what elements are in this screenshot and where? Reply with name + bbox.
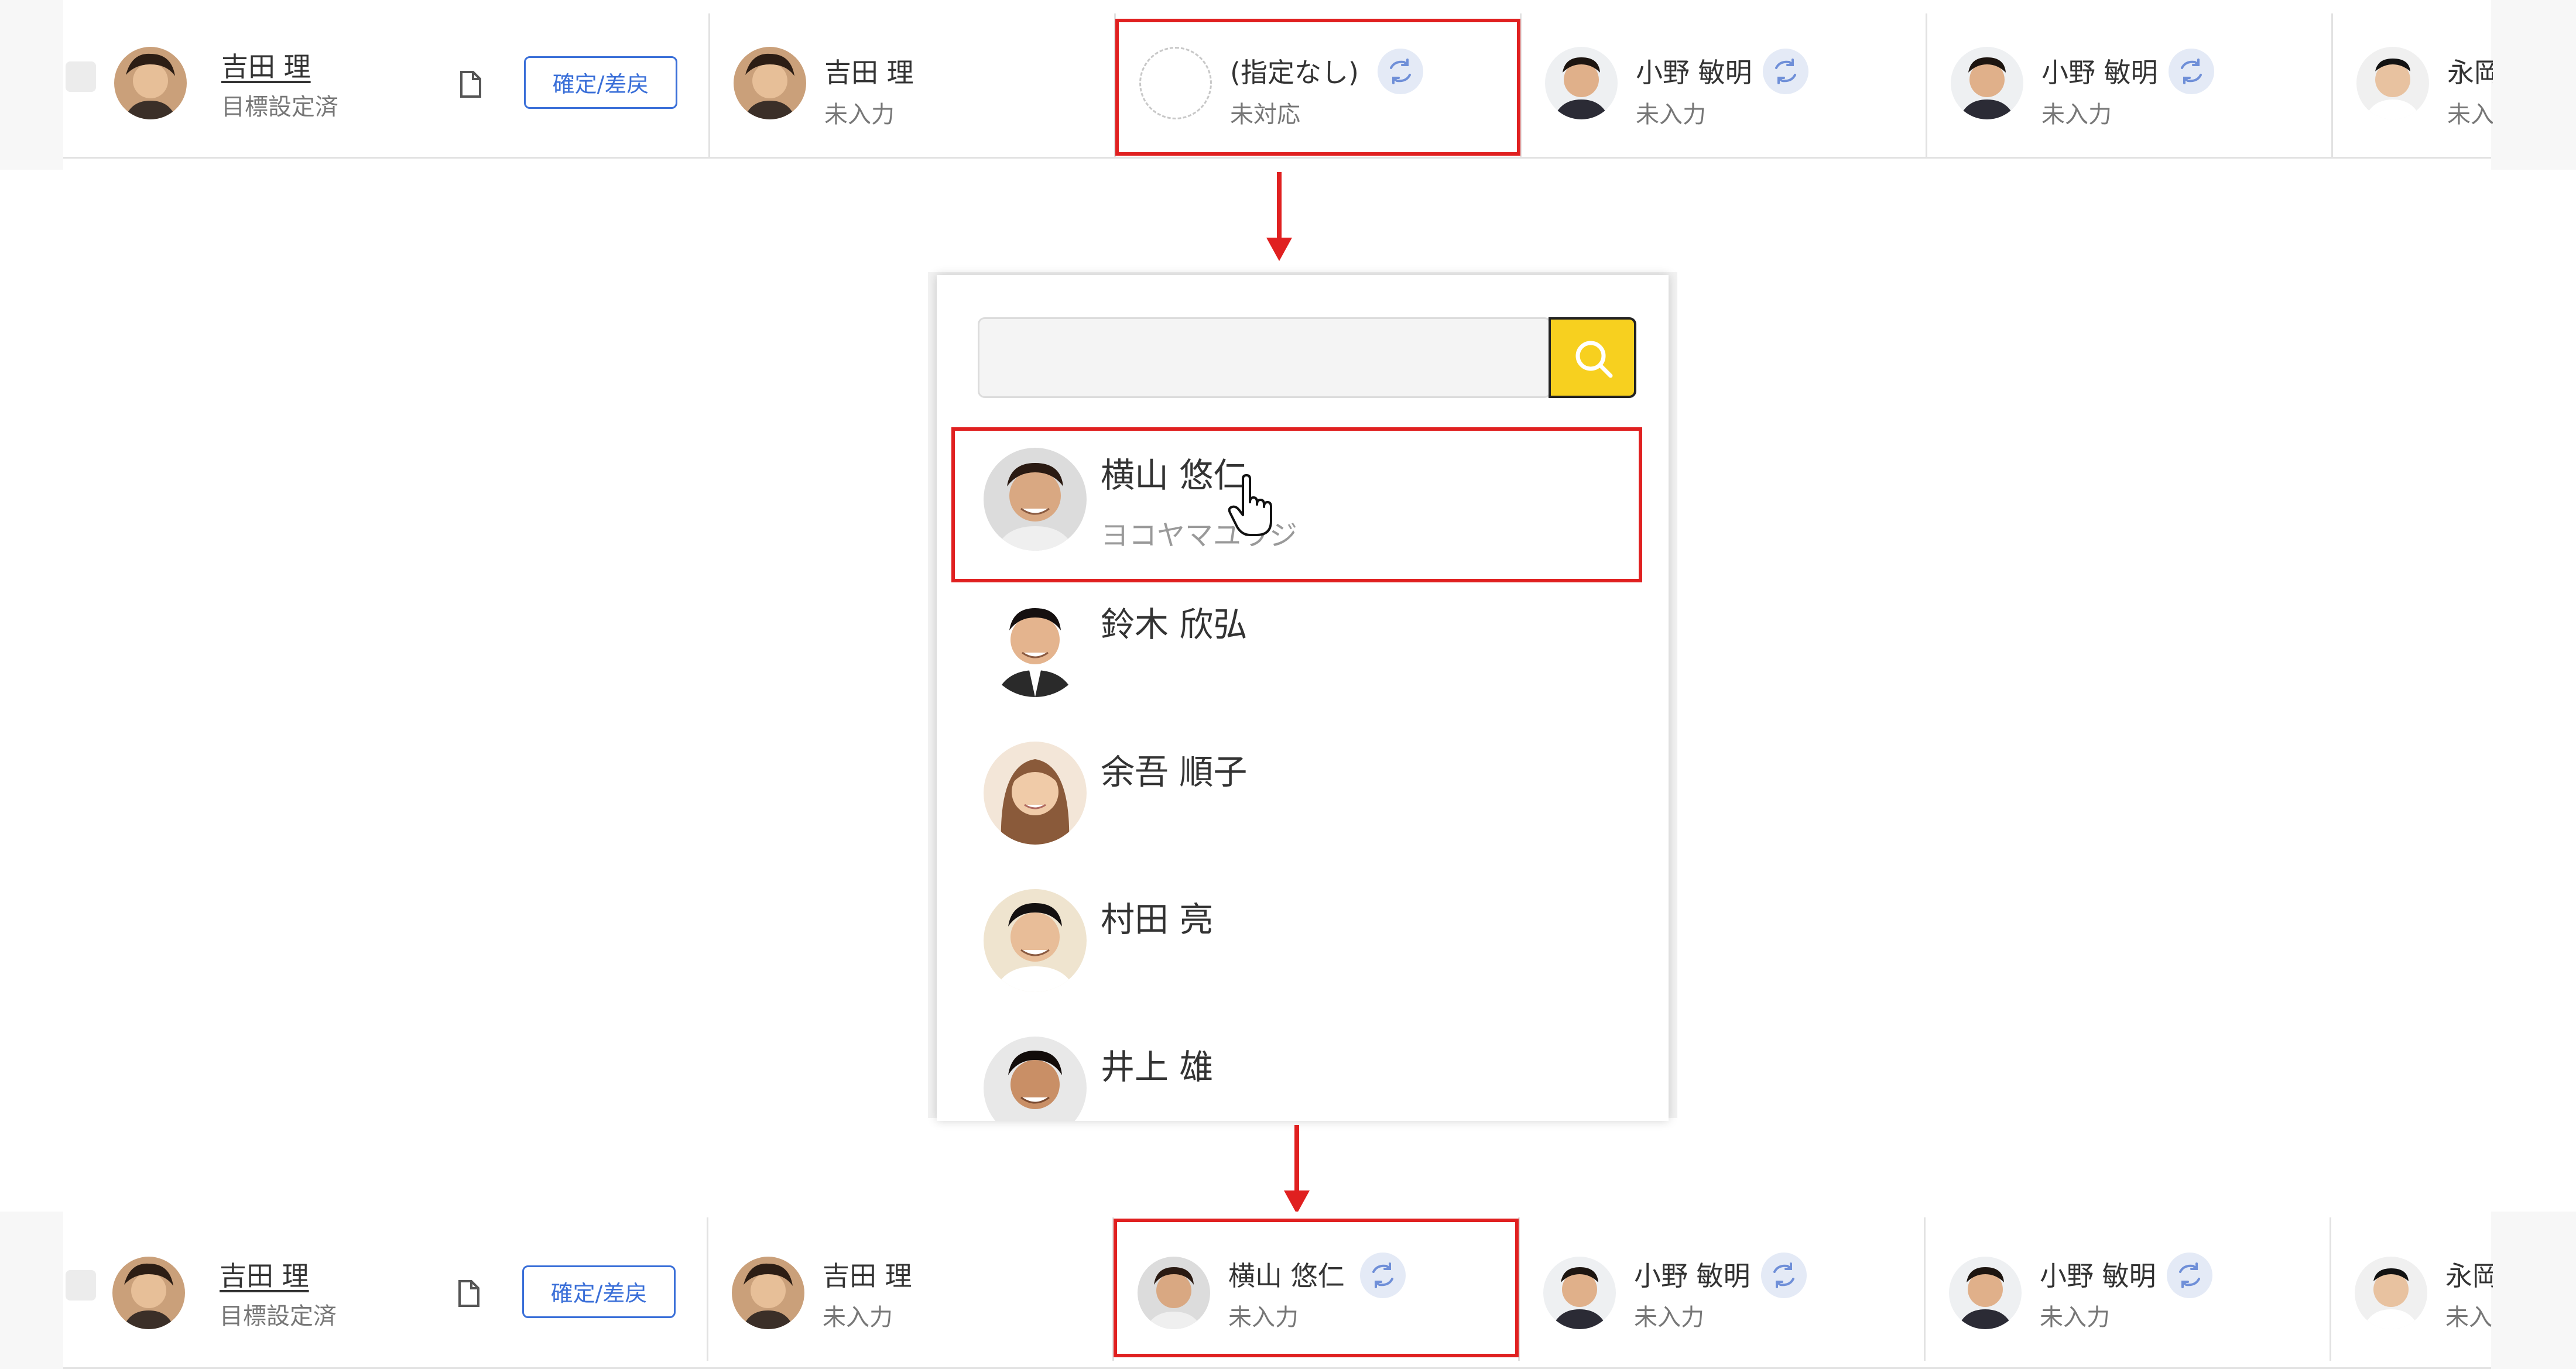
dropdown-option[interactable]: 鈴木 欣弘 [937, 585, 1669, 732]
dropdown-option[interactable]: 村田 亮 [937, 880, 1669, 1027]
evaluator-cell-4: 小野 敏明 未入力 [1924, 1217, 2330, 1361]
option-name: 鈴木 欣弘 [1101, 605, 1248, 644]
avatar [984, 594, 1087, 697]
evaluator-name: 永岡 [2445, 1260, 2493, 1292]
evaluator-cell-5: 永岡 未入 [2330, 1217, 2493, 1361]
avatar [2355, 1257, 2427, 1329]
avatar [732, 1257, 804, 1329]
evaluator-row-after: 吉田 理 目標設定済 確定/差戻 吉田 理 未入力 横山 悠仁 未入力 小野 敏… [0, 1212, 2576, 1369]
confirm-return-button[interactable]: 確定/差戻 [524, 56, 677, 109]
avatar [112, 1257, 185, 1329]
dropdown-option[interactable]: 井上 雄 [937, 1028, 1669, 1121]
avatar [1545, 47, 1618, 119]
avatar [734, 47, 806, 119]
row-checkbox[interactable] [66, 1270, 96, 1301]
avatar [1949, 1257, 2022, 1329]
document-icon[interactable] [459, 70, 482, 101]
highlight-frame [1115, 19, 1520, 156]
avatar [2356, 47, 2429, 119]
document-icon[interactable] [457, 1279, 481, 1310]
swap-icon[interactable] [2169, 49, 2214, 94]
search-input[interactable] [978, 317, 1551, 398]
option-name: 村田 亮 [1101, 900, 1214, 939]
evaluator-name: 小野 敏明 [2040, 1260, 2156, 1292]
row-checkbox[interactable] [66, 61, 96, 92]
evaluator-status: 未入力 [1636, 101, 1706, 128]
option-name: 余吾 順子 [1101, 752, 1248, 792]
owner-status: 目標設定済 [221, 94, 338, 121]
avatar [1951, 47, 2023, 119]
evaluator-cell-5: 永岡 未入 [2331, 13, 2493, 157]
pointer-hand-icon [1227, 474, 1279, 541]
evaluator-status: 未入 [2445, 1304, 2492, 1331]
evaluator-name: 吉田 理 [824, 57, 914, 88]
dropdown-option[interactable]: 余吾 順子 [937, 733, 1669, 879]
avatar [984, 1037, 1087, 1121]
option-name: 井上 雄 [1101, 1047, 1214, 1087]
evaluator-status: 未入力 [1634, 1304, 1704, 1331]
evaluator-name: 小野 敏明 [1636, 57, 1752, 88]
owner-name-link[interactable]: 吉田 理 [221, 46, 311, 84]
arrow-down-icon [1262, 170, 1297, 266]
swap-icon[interactable] [1761, 1253, 1807, 1298]
highlight-frame [951, 427, 1642, 582]
confirm-return-button[interactable]: 確定/差戻 [522, 1265, 676, 1318]
evaluator-status: 未入力 [823, 1304, 893, 1331]
avatar [984, 742, 1087, 845]
evaluator-cell-3: 小野 敏明 未入力 [1518, 1217, 1924, 1361]
evaluator-status: 未入 [2447, 101, 2493, 128]
arrow-down-icon [1279, 1123, 1314, 1219]
evaluator-status: 未入力 [2040, 1304, 2110, 1331]
search-icon [1575, 341, 1613, 378]
evaluator-cell-3: 小野 敏明 未入力 [1520, 13, 1926, 157]
evaluator-name: 永岡 [2447, 57, 2493, 88]
evaluator-status: 未入力 [824, 101, 895, 128]
swap-icon[interactable] [1763, 49, 1808, 94]
avatar [984, 889, 1087, 992]
evaluator-name: 吉田 理 [823, 1260, 912, 1292]
row-border-bottom [63, 157, 2491, 159]
evaluator-status: 未入力 [2041, 101, 2112, 128]
evaluator-row-before: 吉田 理 目標設定済 確定/差戻 吉田 理 未入力 (指定なし) 未対応 小野 … [0, 0, 2576, 170]
owner-status: 目標設定済 [220, 1303, 337, 1330]
highlight-frame [1114, 1219, 1519, 1357]
owner-name-link[interactable]: 吉田 理 [220, 1255, 309, 1293]
evaluator-name: 小野 敏明 [1634, 1260, 1751, 1292]
avatar [1543, 1257, 1616, 1329]
assignee-dropdown: 横山 悠仁 ヨコヤマユウジ 鈴木 欣弘 余吾 順子 村田 亮 井上 雄 [937, 275, 1669, 1121]
evaluator-cell-1: 吉田 理 未入力 [707, 1217, 1112, 1361]
search-button[interactable] [1549, 317, 1636, 398]
avatar [114, 47, 187, 119]
evaluator-name: 小野 敏明 [2041, 57, 2158, 88]
evaluator-cell-1: 吉田 理 未入力 [708, 13, 1114, 157]
swap-icon[interactable] [2167, 1253, 2212, 1298]
evaluator-cell-4: 小野 敏明 未入力 [1926, 13, 2331, 157]
